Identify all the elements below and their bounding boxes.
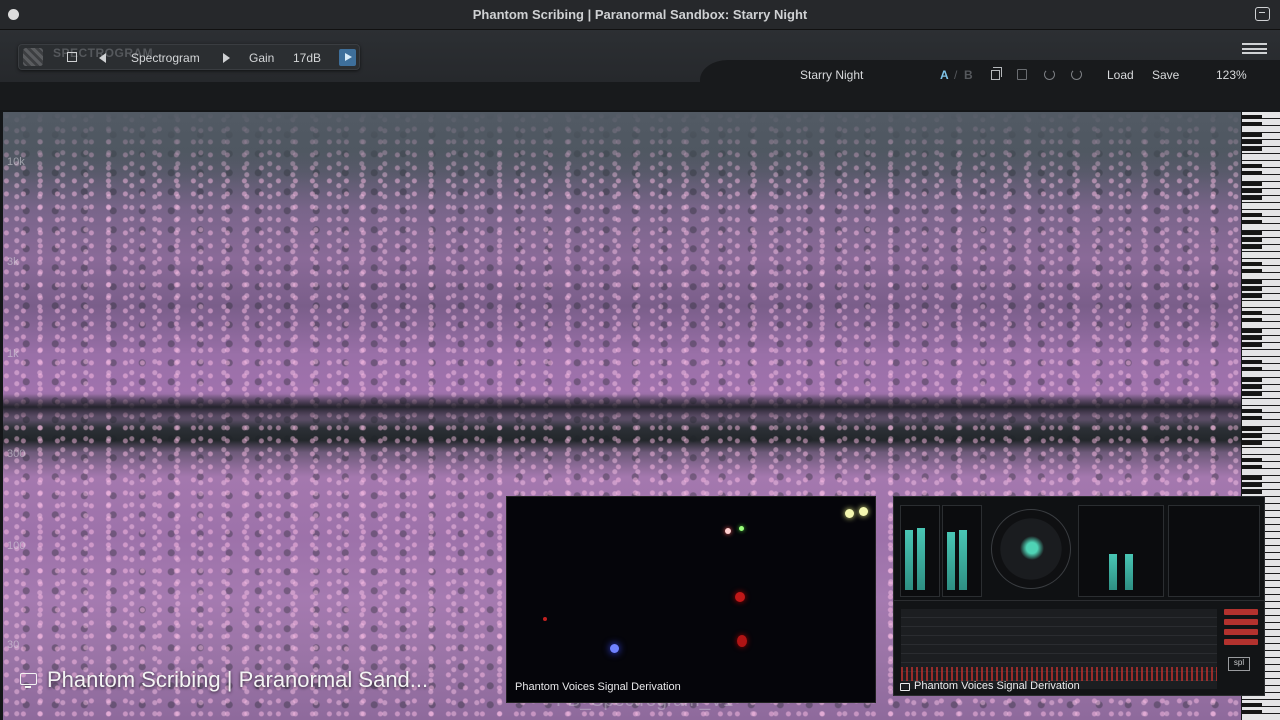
spectrogram-dark-band <box>3 394 1241 420</box>
crop-icon[interactable] <box>67 52 77 62</box>
view-mode-label[interactable]: Spectrogram <box>131 51 200 65</box>
stereo-field-meter <box>1168 505 1260 597</box>
plugin-logo-icon <box>23 48 43 66</box>
save-button[interactable]: Save <box>1152 68 1179 82</box>
meter-logo: spl <box>1228 657 1250 671</box>
meter-caption: Phantom Voices Signal Derivation <box>914 680 1080 692</box>
level-meter <box>942 505 982 597</box>
copy-icon[interactable] <box>991 67 1002 80</box>
camera-light <box>739 526 744 531</box>
next-view-icon[interactable] <box>223 53 230 63</box>
freq-label: 30 <box>7 639 20 651</box>
gain-value[interactable]: 17dB <box>293 51 321 65</box>
meter-section <box>894 497 1264 601</box>
play-button[interactable] <box>339 49 356 66</box>
camera-light <box>737 635 747 647</box>
freq-label: 1k <box>7 348 19 360</box>
camera-light <box>610 644 619 653</box>
screen-share-caption: Phantom Scribing | Paranormal Sand... <box>47 667 429 692</box>
correlation-meter <box>1078 505 1164 597</box>
monitor-icon <box>20 673 37 688</box>
camera-light <box>543 617 547 621</box>
camera-light <box>735 592 745 602</box>
camera-light <box>845 509 854 518</box>
preset-name[interactable]: Starry Night <box>800 68 863 82</box>
paste-icon[interactable] <box>1017 69 1027 80</box>
freq-label: 100 <box>7 540 26 552</box>
freq-label: 300 <box>7 448 26 460</box>
meter-side-buttons <box>1224 609 1258 689</box>
load-button[interactable]: Load <box>1107 68 1134 82</box>
camera-caption: Phantom Voices Signal Derivation <box>515 681 681 693</box>
undo-icon[interactable] <box>1044 69 1055 80</box>
camera-light <box>859 507 868 516</box>
loudness-history <box>901 609 1217 689</box>
monitor-icon <box>900 683 910 691</box>
spectrogram-high-band <box>3 112 1241 182</box>
redo-icon[interactable] <box>1071 69 1082 80</box>
window-titlebar: Phantom Scribing | Paranormal Sandbox: S… <box>0 0 1280 30</box>
spectrogram-toolbar: SPECTROGRAM Spectrogram Gain 17dB <box>18 44 360 70</box>
level-meter <box>900 505 940 597</box>
freq-label: 10k <box>7 156 25 168</box>
ab-b-button[interactable]: B <box>964 68 973 82</box>
camera-video-tile[interactable]: Phantom Voices Signal Derivation <box>506 496 876 703</box>
zoom-level[interactable]: 123% <box>1216 68 1247 82</box>
camera-light <box>725 528 731 534</box>
ab-separator: / <box>954 68 958 82</box>
window-title: Phantom Scribing | Paranormal Sandbox: S… <box>472 7 808 22</box>
meter-video-tile[interactable]: spl Phantom Voices Signal Derivation <box>893 496 1265 696</box>
freq-label: 3k <box>7 256 19 268</box>
prev-view-icon[interactable] <box>99 53 106 63</box>
ab-a-button[interactable]: A <box>940 68 949 82</box>
preset-bar <box>700 60 1280 92</box>
hamburger-menu-icon[interactable] <box>1242 43 1267 55</box>
window-action-icon[interactable] <box>1255 7 1270 21</box>
vectorscope <box>991 509 1071 589</box>
gain-label: Gain <box>249 51 275 65</box>
